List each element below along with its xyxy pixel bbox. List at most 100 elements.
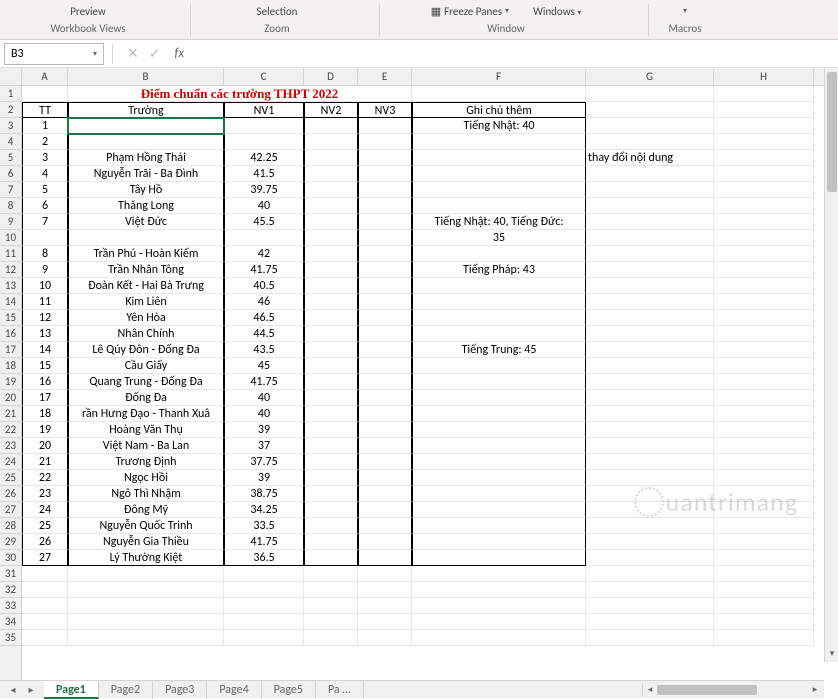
cell[interactable] xyxy=(714,454,814,470)
cell-nv3[interactable] xyxy=(358,438,412,454)
row-header[interactable]: 11 xyxy=(0,246,21,262)
cell[interactable] xyxy=(714,294,814,310)
cell[interactable] xyxy=(714,230,814,246)
row-header[interactable]: 12 xyxy=(0,262,21,278)
cell-tt[interactable]: 12 xyxy=(22,310,68,326)
cell-truong[interactable]: Hoàng Văn Thụ xyxy=(68,422,224,438)
cell-tt[interactable]: 24 xyxy=(22,502,68,518)
row-header[interactable]: 20 xyxy=(0,390,21,406)
cell-truong[interactable]: Nguyễn Trãi - Ba Đình xyxy=(68,166,224,182)
cell-nv2[interactable] xyxy=(304,374,358,390)
cell[interactable] xyxy=(714,246,814,262)
cell-nv1[interactable]: 38.75 xyxy=(224,486,304,502)
row-header[interactable]: 31 xyxy=(0,566,21,582)
cell[interactable] xyxy=(714,214,814,230)
cell-ghichu[interactable] xyxy=(412,278,586,294)
cell[interactable] xyxy=(586,278,714,294)
cell-nv1[interactable]: 44.5 xyxy=(224,326,304,342)
cell-tt[interactable]: 9 xyxy=(22,262,68,278)
cell[interactable] xyxy=(714,502,814,518)
cell-nv2[interactable] xyxy=(304,278,358,294)
row-header[interactable]: 7 xyxy=(0,182,21,198)
cell-nv2[interactable] xyxy=(304,486,358,502)
cell[interactable] xyxy=(714,150,814,166)
cell-nv2[interactable] xyxy=(304,534,358,550)
cell[interactable] xyxy=(586,614,714,630)
cell-nv1[interactable]: 45 xyxy=(224,358,304,374)
cell-nv2[interactable] xyxy=(304,470,358,486)
cell-nv3[interactable] xyxy=(358,358,412,374)
cell[interactable] xyxy=(68,566,224,582)
cell-nv2[interactable] xyxy=(304,454,358,470)
cell[interactable] xyxy=(586,214,714,230)
cell[interactable] xyxy=(586,550,714,566)
col-header-G[interactable]: G xyxy=(586,68,714,86)
cell-truong[interactable]: Nhân Chính xyxy=(68,326,224,342)
select-all-corner[interactable] xyxy=(0,68,22,86)
cell-tt[interactable]: 14 xyxy=(22,342,68,358)
cell[interactable] xyxy=(714,134,814,150)
cell-ghichu[interactable] xyxy=(412,390,586,406)
cell-nv3[interactable] xyxy=(358,518,412,534)
cell-nv1[interactable] xyxy=(224,118,304,134)
cell-ghichu[interactable] xyxy=(412,534,586,550)
cell[interactable] xyxy=(586,374,714,390)
sheet-tab[interactable]: Page1 xyxy=(44,681,99,699)
cell-nv1[interactable] xyxy=(224,230,304,246)
cell-tt[interactable]: 25 xyxy=(22,518,68,534)
cell-truong[interactable]: Trần Nhân Tông xyxy=(68,262,224,278)
cell-tt[interactable]: 18 xyxy=(22,406,68,422)
cell[interactable] xyxy=(714,166,814,182)
cell[interactable] xyxy=(412,582,586,598)
cell[interactable] xyxy=(586,118,714,134)
cell-tt[interactable]: 5 xyxy=(22,182,68,198)
cell-nv3[interactable] xyxy=(358,166,412,182)
windows-button[interactable]: Windows ▾ xyxy=(533,5,581,18)
cell-nv2[interactable] xyxy=(304,342,358,358)
col-header-C[interactable]: C xyxy=(224,68,304,86)
cell[interactable] xyxy=(22,582,68,598)
cell-nv2[interactable] xyxy=(304,438,358,454)
cell-nv1[interactable]: 34.25 xyxy=(224,502,304,518)
cell-tt[interactable]: 11 xyxy=(22,294,68,310)
cell[interactable] xyxy=(22,630,68,646)
cell[interactable] xyxy=(412,630,586,646)
cell-nv2[interactable] xyxy=(304,326,358,342)
row-header[interactable]: 1 xyxy=(0,86,21,102)
cell-truong[interactable]: Thăng Long xyxy=(68,198,224,214)
cell-ghichu[interactable]: Tiếng Nhật: 40, Tiếng Đức: xyxy=(412,214,586,230)
row-header[interactable]: 15 xyxy=(0,310,21,326)
cell-nv2[interactable] xyxy=(304,198,358,214)
row-header[interactable]: 29 xyxy=(0,534,21,550)
cell-nv3[interactable] xyxy=(358,278,412,294)
cell-nv3[interactable] xyxy=(358,326,412,342)
cell-truong[interactable]: Nguyễn Quốc Trinh xyxy=(68,518,224,534)
scroll-thumb[interactable] xyxy=(657,685,757,695)
cell-truong[interactable]: Phạm Hồng Thái xyxy=(68,150,224,166)
header-truong[interactable]: Trường xyxy=(68,102,224,118)
cell-nv3[interactable] xyxy=(358,294,412,310)
cell-truong[interactable]: Trương Định xyxy=(68,454,224,470)
cell-nv3[interactable] xyxy=(358,374,412,390)
cell-nv3[interactable] xyxy=(358,422,412,438)
cell[interactable] xyxy=(358,566,412,582)
cell-nv1[interactable]: 39 xyxy=(224,470,304,486)
cell[interactable] xyxy=(358,630,412,646)
cell-truong[interactable]: Yên Hòa xyxy=(68,310,224,326)
cell-ghichu[interactable]: Tiếng Pháp: 43 xyxy=(412,262,586,278)
cell-nv2[interactable] xyxy=(304,166,358,182)
header-ghichu[interactable]: Ghi chú thêm xyxy=(412,102,586,118)
cell-ghichu[interactable] xyxy=(412,358,586,374)
cell[interactable] xyxy=(358,582,412,598)
cell[interactable] xyxy=(586,102,714,118)
cell-tt[interactable]: 8 xyxy=(22,246,68,262)
cell[interactable] xyxy=(412,614,586,630)
cell-tt[interactable]: 26 xyxy=(22,534,68,550)
cell[interactable]: thay đổi nội dung xyxy=(586,150,714,166)
cell[interactable] xyxy=(714,614,814,630)
cell[interactable] xyxy=(586,518,714,534)
sheet-tab[interactable]: Pa … xyxy=(316,681,364,699)
cell[interactable] xyxy=(22,566,68,582)
check-icon[interactable]: ✓ xyxy=(149,45,161,62)
cell-truong[interactable] xyxy=(68,230,224,246)
